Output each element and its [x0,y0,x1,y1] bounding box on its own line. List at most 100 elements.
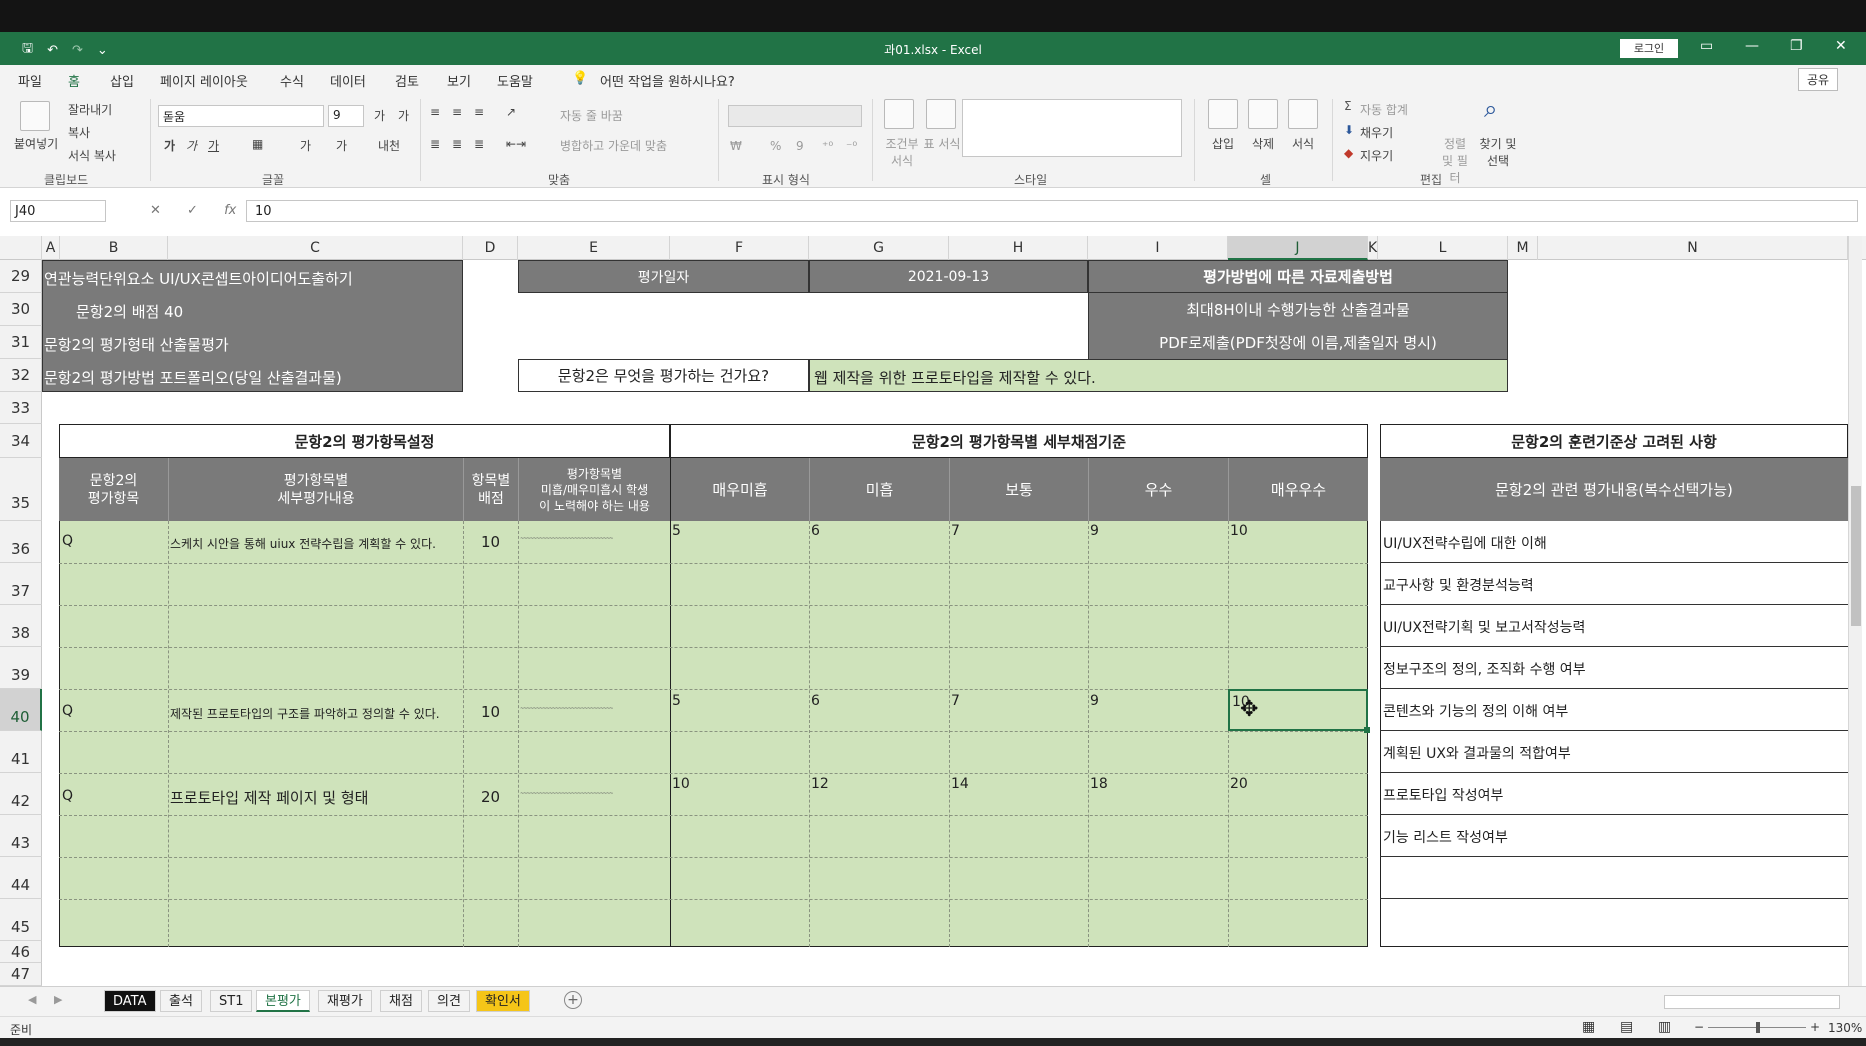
column-header[interactable]: F [670,236,809,260]
column-header-selected[interactable]: J [1228,236,1368,260]
sheet-tab-grading[interactable]: 채점 [380,990,422,1012]
conditional-format-button[interactable]: 조건부 서식 [880,135,924,169]
row-header[interactable]: 44 [0,857,42,899]
align-middle-icon[interactable]: ≡ [452,105,462,119]
hdr-eval-detail[interactable]: 평가항목별 세부평가내용 [168,458,463,521]
cell-styles-gallery[interactable] [962,99,1182,157]
tab-insert[interactable]: 삽입 [110,71,134,90]
related-item[interactable]: 계획된 UX와 결과물의 적합여부 [1380,731,1848,773]
font-shrink-button[interactable]: 가 [398,107,409,124]
section-scoring-title[interactable]: 문항2의 평가항목별 세부채점기준 [670,424,1368,458]
column-header[interactable]: G [809,236,949,260]
zoom-out-icon[interactable]: − [1694,1020,1704,1034]
row-header[interactable]: 45 [0,899,42,941]
format-cells-icon[interactable] [1288,99,1318,129]
column-header[interactable]: B [60,236,168,260]
font-size-select[interactable]: 9 [328,105,364,127]
tab-data[interactable]: 데이터 [330,71,366,90]
related-item[interactable]: 프로토타입 작성여부 [1380,773,1848,815]
related-item[interactable]: UI/UX전략기획 및 보고서작성능력 [1380,605,1848,647]
zoom-slider-thumb[interactable] [1756,1022,1760,1033]
formula-input[interactable]: 10 [246,200,1858,222]
hdr-grade-normal[interactable]: 보통 [949,458,1088,521]
related-item-empty[interactable] [1380,857,1848,899]
tell-me-search[interactable]: 어떤 작업을 원하시나요? [600,71,735,90]
grade-40-normal[interactable]: 7 [951,693,960,709]
tab-view[interactable]: 보기 [447,71,471,90]
hdr-grade-good[interactable]: 우수 [1088,458,1228,521]
item-q-42[interactable]: Q [62,788,73,804]
related-item[interactable]: 콘텐츠와 기능의 정의 이해 여부 [1380,689,1848,731]
copy-button[interactable]: 복사 [68,124,90,141]
add-sheet-icon[interactable]: + [564,991,582,1009]
grade-36-normal[interactable]: 7 [951,523,960,539]
indent-icon[interactable]: ⇤⇥ [506,137,526,151]
fill-button[interactable]: 채우기 [1360,124,1393,141]
column-header[interactable]: K [1368,236,1378,260]
sheet-tab-main-eval[interactable]: 본평가 [256,990,310,1012]
item-effort-36[interactable]: ~~~~~~~~~~~~~~~~~~~~~~~~~~~~~ [520,536,668,542]
column-header[interactable]: E [518,236,670,260]
format-cells-button[interactable]: 서식 [1292,135,1314,152]
item-effort-40[interactable]: ~~~~~~~~~~~~~~~~~~~~~~~~~~~~~ [520,706,668,712]
fill-handle[interactable] [1364,727,1370,733]
page-break-view-icon[interactable]: ▥ [1658,1019,1671,1035]
align-top-icon[interactable]: ≡ [430,105,440,119]
clear-button[interactable]: 지우기 [1360,147,1393,164]
submit-method-line1[interactable]: 최대8H이내 수행가능한 산출결과물 [1088,293,1508,326]
column-header[interactable]: N [1538,236,1848,260]
login-button[interactable]: 로그인 [1620,39,1678,58]
zoom-level[interactable]: 130% [1828,1021,1862,1035]
sheet-tab-st1[interactable]: ST1 [210,990,253,1012]
column-header[interactable]: I [1088,236,1228,260]
row-header[interactable]: 43 [0,815,42,857]
paste-icon[interactable] [20,101,50,131]
minimize-icon[interactable]: — [1745,38,1759,54]
column-header[interactable]: A [42,236,60,260]
submit-method-title[interactable]: 평가방법에 따른 자료제출방법 [1088,260,1508,293]
find-select-button[interactable]: 찾기 및 선택 [1478,135,1518,169]
sheet-tab-opinion[interactable]: 의견 [428,990,470,1012]
scrollbar-thumb[interactable] [1851,486,1861,626]
comma-button[interactable]: 9 [796,139,804,153]
insert-cells-icon[interactable] [1208,99,1238,129]
cut-button[interactable]: 잘라내기 [68,101,112,118]
eval-method-text[interactable]: 문항2의 평가방법 포트폴리오(당일 산출결과물) [44,367,342,388]
eval-date-label[interactable]: 평가일자 [518,260,809,293]
row-header[interactable]: 38 [0,605,42,647]
row-header[interactable]: 31 [0,326,42,359]
tab-page-layout[interactable]: 페이지 레이아웃 [160,71,248,90]
eraser-icon[interactable]: ◆ [1344,146,1353,160]
hdr-score[interactable]: 항목별 배점 [463,458,518,521]
row-header[interactable]: 29 [0,260,42,293]
align-bottom-icon[interactable]: ≡ [474,105,484,119]
sort-filter-button[interactable]: 정렬 및 필터 [1438,135,1472,186]
number-format-select[interactable] [728,105,862,127]
fx-icon[interactable]: fx [224,203,236,218]
delete-cells-icon[interactable] [1248,99,1278,129]
grade-42-poor[interactable]: 12 [811,776,829,792]
next-sheet-icon[interactable]: ▶ [54,993,62,1006]
related-item[interactable]: 기능 리스트 작성여부 [1380,815,1848,857]
horizontal-scrollbar[interactable] [1664,995,1840,1009]
close-icon[interactable]: ✕ [1835,38,1847,54]
related-item[interactable]: 교구사항 및 환경분석능력 [1380,563,1848,605]
question-label[interactable]: 문항2은 무엇을 평가하는 건가요? [518,359,809,392]
row-header[interactable]: 47 [0,963,42,986]
hdr-eval-item[interactable]: 문항2의 평가항목 [59,458,168,521]
grade-36-good[interactable]: 9 [1090,523,1099,539]
phonetic-button[interactable]: 내천 [378,137,400,154]
item-score-40[interactable]: 10 [463,703,518,721]
tab-file[interactable]: 파일 [18,71,42,90]
fill-color-button[interactable]: 가 [300,137,311,154]
align-left-icon[interactable]: ≣ [430,137,440,151]
hdr-grade-very-poor[interactable]: 매우미흡 [670,458,809,521]
column-header[interactable]: D [463,236,518,260]
insert-cells-button[interactable]: 삽입 [1212,135,1234,152]
grade-42-good[interactable]: 18 [1090,776,1108,792]
percent-button[interactable]: % [770,139,781,153]
merge-center-button[interactable]: 병합하고 가운데 맞춤 [560,137,667,154]
row-header[interactable]: 30 [0,293,42,326]
score-text[interactable]: 문항2의 배점 40 [76,301,183,322]
item-q-40[interactable]: Q [62,703,73,719]
